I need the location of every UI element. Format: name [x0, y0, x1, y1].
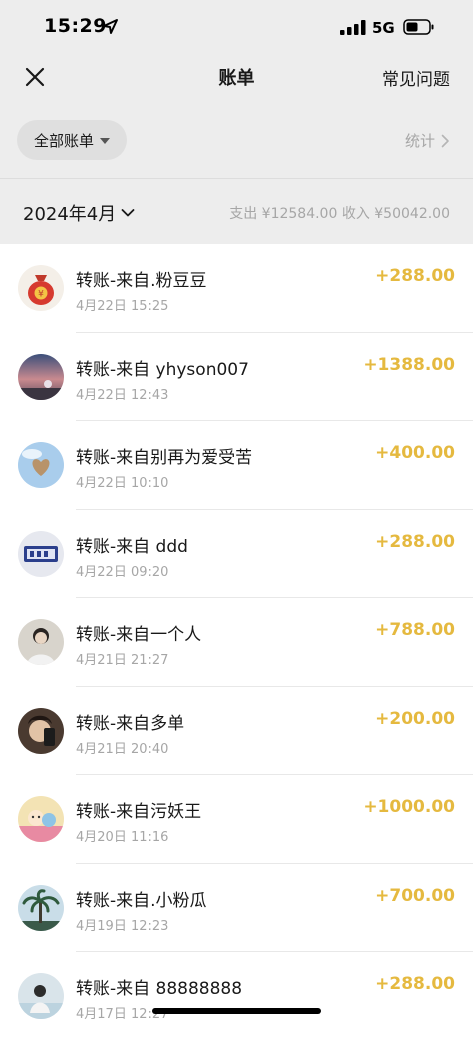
transaction-row[interactable]: 转账-来自 88888888 4月17日 12:27 +288.00	[0, 952, 473, 1041]
transaction-amount: +400.00	[375, 443, 455, 463]
selfie-avatar	[18, 707, 64, 754]
transaction-time: 4月22日 09:20	[76, 564, 169, 580]
close-icon[interactable]	[24, 66, 46, 88]
transaction-time: 4月22日 12:43	[76, 387, 169, 403]
chevron-down-icon	[121, 209, 135, 217]
bill-filter-dropdown[interactable]: 全部账单	[17, 120, 127, 160]
location-arrow-icon	[103, 19, 118, 34]
transaction-title: 转账-来自 ddd	[76, 536, 188, 557]
transaction-time: 4月21日 20:40	[76, 741, 169, 757]
transaction-row[interactable]: ¥ 转账-来自.粉豆豆 4月22日 15:25 +288.00	[0, 244, 473, 333]
transaction-amount: +788.00	[375, 620, 455, 640]
transaction-amount: +200.00	[375, 708, 455, 729]
transaction-time: 4月21日 21:27	[76, 653, 169, 668]
transaction-row[interactable]: 转账-来自污妖王 4月20日 11:16 +1000.00	[0, 775, 473, 864]
transaction-title: 转账-来自.粉豆豆	[76, 271, 207, 291]
transaction-title: 转账-来自 yhyson007	[76, 359, 249, 380]
chevron-right-icon	[441, 134, 449, 147]
status-time: 15:29	[44, 15, 107, 37]
transaction-row[interactable]: 转账-来自一个人 4月21日 21:27 +788.00	[0, 598, 473, 687]
transaction-row[interactable]: 转账-来自.小粉瓜 4月19日 12:23 +700.00	[0, 864, 473, 952]
battery-icon	[403, 19, 434, 35]
transaction-title: 转账-来自多单	[76, 713, 185, 734]
stats-label: 统计	[404, 132, 435, 150]
sticker-avatar	[18, 530, 64, 577]
transaction-title: 转账-来自 88888888	[76, 979, 243, 999]
transaction-row[interactable]: 转账-来自多单 4月21日 20:40 +200.00	[0, 687, 473, 775]
transaction-title: 转账-来自别再为爱受苦	[76, 448, 253, 468]
signal-icon	[340, 20, 366, 35]
transaction-time: 4月20日 11:16	[76, 830, 169, 845]
transaction-time: 4月22日 10:10	[76, 476, 169, 491]
transaction-amount: +288.00	[375, 531, 455, 552]
transaction-row[interactable]: 转账-来自 yhyson007 4月22日 12:43 +1388.00	[0, 333, 473, 421]
home-indicator	[152, 1008, 321, 1014]
transaction-time: 4月19日 12:23	[76, 918, 169, 934]
transaction-row[interactable]: 转账-来自 ddd 4月22日 09:20 +288.00	[0, 510, 473, 598]
status-bar: 15:29 5G	[0, 0, 473, 56]
beach-avatar	[18, 973, 64, 1019]
transaction-title: 转账-来自一个人	[76, 625, 202, 645]
month-label: 2024年4月	[23, 204, 117, 225]
transaction-title: 转账-来自污妖王	[76, 802, 202, 822]
transaction-row[interactable]: 转账-来自别再为爱受苦 4月22日 10:10 +400.00	[0, 421, 473, 510]
month-summary: 支出 ¥12584.00 收入 ¥50042.00	[229, 206, 450, 222]
sunset-avatar	[18, 353, 64, 400]
money-bag-avatar: ¥	[18, 265, 64, 311]
network-label: 5G	[372, 19, 395, 37]
transaction-amount: +288.00	[375, 974, 455, 994]
stats-link[interactable]: 统计	[405, 130, 450, 151]
month-row: 2024年4月 支出 ¥12584.00 收入 ¥50042.00	[0, 179, 473, 244]
month-picker[interactable]: 2024年4月	[23, 200, 135, 226]
transaction-amount: +1388.00	[363, 354, 455, 375]
transaction-list: ¥ 转账-来自.粉豆豆 4月22日 15:25 +288.00 转账-来自 yh…	[0, 244, 473, 1041]
person-avatar	[18, 619, 64, 665]
svg-text:¥: ¥	[38, 290, 44, 300]
transaction-amount: +700.00	[375, 885, 455, 906]
palm-tree-avatar	[18, 884, 64, 931]
caret-down-icon	[100, 138, 110, 144]
transaction-time: 4月22日 15:25	[76, 299, 169, 314]
filter-label: 全部账单	[33, 131, 94, 150]
filter-row: 全部账单 统计	[0, 118, 473, 162]
transaction-amount: +1000.00	[363, 797, 455, 817]
nav-bar: 账单 常见问题	[0, 56, 473, 98]
transaction-title: 转账-来自.小粉瓜	[76, 890, 207, 911]
transaction-amount: +288.00	[375, 266, 455, 286]
heart-sky-avatar	[18, 442, 64, 488]
faq-link[interactable]: 常见问题	[382, 65, 450, 90]
cartoon-avatar	[18, 796, 64, 842]
